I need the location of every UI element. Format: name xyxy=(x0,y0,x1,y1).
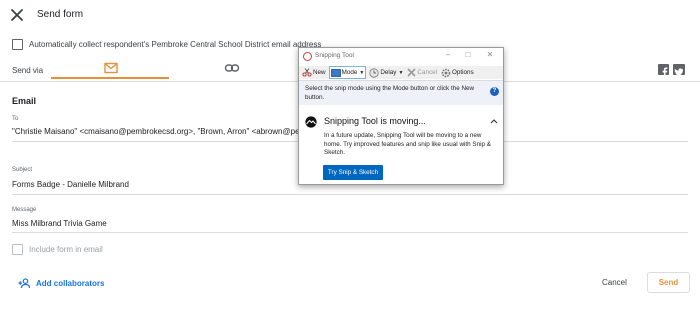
rectangle-mode-icon xyxy=(330,68,341,77)
try-snip-sketch-button[interactable]: Try Snip & Sketch xyxy=(323,165,383,180)
to-label: To xyxy=(12,116,19,122)
scissors-icon xyxy=(302,68,312,77)
maximize-icon[interactable]: □ xyxy=(463,50,473,59)
twitter-share-icon[interactable] xyxy=(673,64,685,76)
cancel-snip-button[interactable]: Cancel xyxy=(406,66,438,79)
collect-email-label: Automatically collect respondent's Pembr… xyxy=(29,40,322,49)
snip-info-text: Select the snip mode using the Mode butt… xyxy=(305,85,475,101)
cancel-button[interactable]: Cancel xyxy=(602,278,627,287)
collect-email-checkbox[interactable] xyxy=(12,39,23,50)
options-button[interactable]: Options xyxy=(440,66,475,79)
cancel-x-icon xyxy=(407,68,416,77)
new-snip-label: New xyxy=(313,69,326,76)
new-snip-button[interactable]: New xyxy=(301,66,327,79)
mode-dropdown-arrow-icon: ▼ xyxy=(359,69,365,76)
facebook-share-icon[interactable] xyxy=(658,64,669,77)
cancel-snip-label: Cancel xyxy=(417,69,437,76)
message-label: Message xyxy=(12,207,37,213)
delay-button[interactable]: Delay ▼ xyxy=(368,66,404,79)
snip-sketch-icon xyxy=(305,116,317,128)
link-tab-icon[interactable] xyxy=(224,61,240,75)
snipping-tool-window: Snipping Tool – □ ✕ New Mode ▼ Delay ▼ C… xyxy=(298,47,504,185)
add-collaborators-label: Add collaborators xyxy=(36,279,105,288)
close-icon[interactable] xyxy=(10,8,24,22)
subject-label: Subject xyxy=(12,167,33,173)
options-label: Options xyxy=(452,69,474,76)
collect-email-checkbox-row[interactable]: Automatically collect respondent's Pembr… xyxy=(12,39,321,50)
minimize-icon[interactable]: – xyxy=(443,50,453,59)
snip-info-bar: Select the snip mode using the Mode butt… xyxy=(299,81,503,105)
add-collaborators-button[interactable]: Add collaborators xyxy=(18,278,104,289)
moving-body-text: In a future update, Snipping Tool will b… xyxy=(324,132,491,156)
mode-label: Mode xyxy=(341,69,358,76)
delay-label: Delay xyxy=(380,69,397,76)
delay-dropdown-arrow-icon: ▼ xyxy=(398,69,404,76)
chevron-up-icon[interactable] xyxy=(490,118,498,124)
include-form-checkbox-row[interactable]: Include form in email xyxy=(12,244,103,255)
subject-field-underline xyxy=(12,194,688,195)
include-form-checkbox[interactable] xyxy=(12,244,23,255)
send-via-label: Send via xyxy=(12,66,44,75)
snipping-toolbar: New Mode ▼ Delay ▼ Cancel Options xyxy=(299,66,503,79)
email-tab-icon[interactable] xyxy=(103,61,119,75)
snipping-tool-titlebar[interactable]: Snipping Tool – □ ✕ xyxy=(299,48,503,65)
email-section-title: Email xyxy=(12,96,37,106)
dialog-title: Send form xyxy=(37,9,84,20)
clock-icon xyxy=(369,67,379,78)
help-icon[interactable]: ? xyxy=(490,87,499,96)
email-tab-indicator xyxy=(51,77,169,79)
options-gear-icon xyxy=(441,68,451,77)
subject-field[interactable]: Forms Badge - Danielle Milbrand xyxy=(12,180,129,189)
message-field[interactable]: Miss Milbrand Trivia Game xyxy=(12,219,107,228)
moving-title: Snipping Tool is moving... xyxy=(324,116,426,126)
to-field[interactable]: "Christie Maisano" <cmaisano@pembrokecsd… xyxy=(12,127,311,136)
snipping-tool-app-icon xyxy=(303,52,312,61)
window-close-icon[interactable]: ✕ xyxy=(485,50,495,59)
dialog-header: Send form xyxy=(0,0,700,30)
message-field-underline xyxy=(12,232,688,233)
snipping-tool-title: Snipping Tool xyxy=(315,52,354,59)
send-button[interactable]: Send xyxy=(647,272,690,293)
mode-button[interactable]: Mode ▼ xyxy=(328,66,367,79)
include-form-label: Include form in email xyxy=(29,245,103,254)
add-person-icon xyxy=(18,278,31,289)
